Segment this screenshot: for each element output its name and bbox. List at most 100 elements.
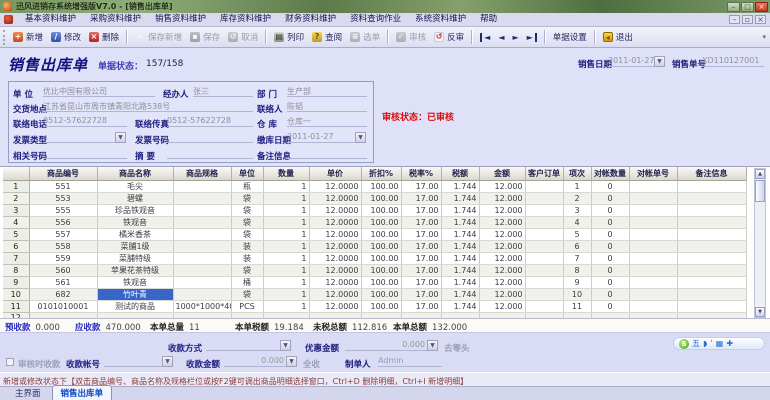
cell-amount[interactable]: 12.000 xyxy=(479,300,526,313)
edit-button[interactable]: ∕ 修改 xyxy=(47,29,85,45)
unit-field[interactable]: 优比中国有限公司 xyxy=(43,86,155,97)
cell-recon-qty[interactable]: 0 xyxy=(591,300,630,313)
cell-discount[interactable]: 100.00 xyxy=(361,264,402,277)
cell-code[interactable]: 557 xyxy=(29,228,98,241)
cell-seq[interactable]: 6 xyxy=(563,240,592,253)
cell-recon-no[interactable] xyxy=(629,288,678,301)
cell-seq[interactable]: 5 xyxy=(563,228,592,241)
cell-unit[interactable]: 袋 xyxy=(231,288,264,301)
cell-tax-rate[interactable]: 17.00 xyxy=(401,240,442,253)
mdi-close-icon[interactable]: × xyxy=(755,15,766,24)
cell-tax-rate[interactable]: 17.00 xyxy=(401,300,442,313)
punctuation-mode-icon[interactable]: ’ xyxy=(710,338,713,349)
cell-tax-rate[interactable]: 17.00 xyxy=(401,252,442,265)
cell-discount[interactable]: 100.00 xyxy=(361,228,402,241)
column-header[interactable]: 单价 xyxy=(309,167,362,181)
cell-amount[interactable]: 12.000 xyxy=(479,192,526,205)
cell-discount[interactable]: 100.00 xyxy=(361,204,402,217)
column-header[interactable]: 商品名称 xyxy=(97,167,174,181)
doc-settings-button[interactable]: 单据设置 xyxy=(549,29,591,45)
sale-date-field[interactable]: 2011-01-27 xyxy=(608,56,654,67)
cell-code[interactable]: 553 xyxy=(29,192,98,205)
cell-seq[interactable]: 7 xyxy=(563,252,592,265)
delete-button[interactable]: × 删除 xyxy=(85,29,123,45)
column-header[interactable]: 税额 xyxy=(441,167,480,181)
cell-recon-qty[interactable]: 0 xyxy=(591,180,630,193)
dept-field[interactable]: 生产部 xyxy=(287,86,367,97)
cell-name[interactable]: 测试的商品 xyxy=(97,300,174,313)
invoice-no-field[interactable] xyxy=(167,132,253,143)
column-header[interactable]: 单位 xyxy=(231,167,264,181)
row-number-cell[interactable]: 4 xyxy=(3,216,30,229)
cell-amount[interactable]: 12.000 xyxy=(479,264,526,277)
cell-tax[interactable]: 1.744 xyxy=(441,276,480,289)
cell-seq[interactable]: 10 xyxy=(563,288,592,301)
cell-note[interactable] xyxy=(677,276,747,289)
cell-seq[interactable]: 11 xyxy=(563,300,592,313)
cell-price[interactable]: 12.0000 xyxy=(309,264,362,277)
column-header[interactable]: 折扣% xyxy=(361,167,402,181)
cell-tax-rate[interactable]: 17.00 xyxy=(401,228,442,241)
cell-recon-qty[interactable]: 0 xyxy=(591,276,630,289)
cell-seq[interactable]: 3 xyxy=(563,204,592,217)
phone-field[interactable]: 0512-57622728 xyxy=(43,116,127,127)
last-record-button[interactable]: ► xyxy=(525,32,537,42)
cell-amount[interactable]: 12.000 xyxy=(479,204,526,217)
cell-price[interactable]: 12.0000 xyxy=(309,300,362,313)
cell-discount[interactable]: 100.00 xyxy=(361,216,402,229)
cell-code[interactable]: 556 xyxy=(29,216,98,229)
cell-qty[interactable]: 1 xyxy=(263,288,310,301)
cell-tax-rate[interactable]: 17.00 xyxy=(401,180,442,193)
address-field[interactable]: 江苏省昆山市周市镇青阳北路538号 xyxy=(43,101,253,112)
cell-code[interactable]: 561 xyxy=(29,276,98,289)
cell-note[interactable] xyxy=(677,300,747,313)
exit-button[interactable]: ◂ 退出 xyxy=(599,29,637,45)
warehouse-field[interactable]: 仓库一 xyxy=(287,116,367,127)
toolbox-icon[interactable]: ✚ xyxy=(726,338,733,349)
cell-qty[interactable]: 1 xyxy=(263,204,310,217)
cell-spec[interactable] xyxy=(173,192,232,205)
cell-qty[interactable]: 1 xyxy=(263,252,310,265)
cell-spec[interactable] xyxy=(173,276,232,289)
cell-price[interactable]: 12.0000 xyxy=(309,228,362,241)
cell-qty[interactable]: 1 xyxy=(263,300,310,313)
cell-tax-rate[interactable]: 17.00 xyxy=(401,288,442,301)
cell-amount[interactable]: 12.000 xyxy=(479,216,526,229)
cell-tax-rate[interactable]: 17.00 xyxy=(401,264,442,277)
cell-recon-qty[interactable]: 0 xyxy=(591,240,630,253)
cell-name[interactable]: 竹叶青 xyxy=(97,288,174,301)
cell-amount[interactable]: 12.000 xyxy=(479,276,526,289)
row-number-cell[interactable]: 7 xyxy=(3,252,30,265)
cell-cust-order[interactable] xyxy=(525,204,564,217)
cell-cust-order[interactable] xyxy=(525,252,564,265)
cell-tax[interactable]: 1.744 xyxy=(441,192,480,205)
cell-qty[interactable]: 1 xyxy=(263,228,310,241)
cell-cust-order[interactable] xyxy=(525,300,564,313)
cell-unit[interactable]: 袋 xyxy=(231,216,264,229)
cell-unit[interactable]: 袋 xyxy=(231,264,264,277)
cell-discount[interactable]: 100.00 xyxy=(361,288,402,301)
cell-amount[interactable]: 12.000 xyxy=(479,228,526,241)
cell-tax[interactable]: 1.744 xyxy=(441,240,480,253)
cell-note[interactable] xyxy=(677,252,747,265)
cell-seq[interactable]: 1 xyxy=(563,180,592,193)
menu-item-1[interactable]: 基本资料维护 xyxy=(18,14,83,24)
cell-unit[interactable]: 瓶 xyxy=(231,180,264,193)
discount-amount-field[interactable]: 0.000 xyxy=(345,340,427,351)
toolbar-overflow-icon[interactable]: ▾ xyxy=(762,33,770,41)
minimize-icon[interactable]: – xyxy=(727,1,740,12)
row-number-cell[interactable]: 10 xyxy=(3,288,30,301)
cell-qty[interactable]: 1 xyxy=(263,240,310,253)
cell-discount[interactable]: 100.00 xyxy=(361,276,402,289)
cell-recon-no[interactable] xyxy=(629,252,678,265)
menu-item-4[interactable]: 库存资料维护 xyxy=(213,14,278,24)
cell-name[interactable]: 铁观音 xyxy=(97,276,174,289)
maker-field[interactable]: Admin xyxy=(378,356,442,367)
next-record-button[interactable]: ► xyxy=(510,32,520,43)
cell-recon-no[interactable] xyxy=(629,228,678,241)
cell-spec[interactable] xyxy=(173,228,232,241)
column-header[interactable]: 对帐数量 xyxy=(591,167,630,181)
cell-price[interactable]: 12.0000 xyxy=(309,204,362,217)
cell-name[interactable]: 菜脯特级 xyxy=(97,252,174,265)
pay-method-dropdown-icon[interactable]: ▼ xyxy=(280,340,291,351)
